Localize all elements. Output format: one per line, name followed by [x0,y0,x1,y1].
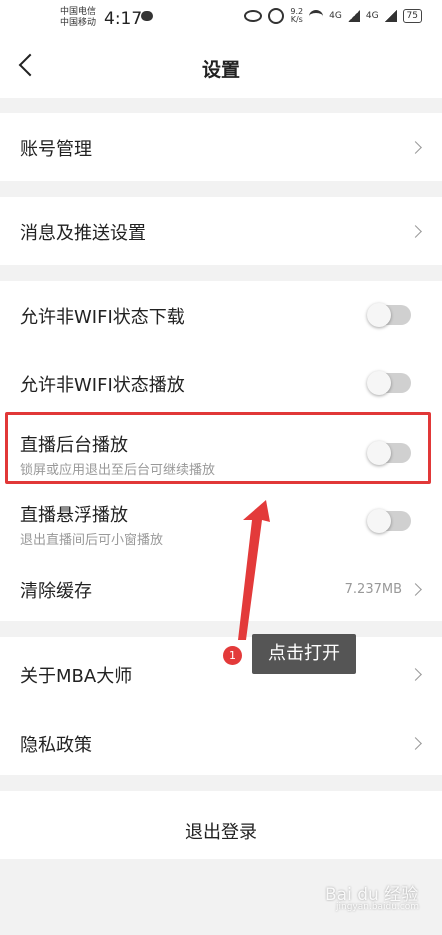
chevron-right-icon [409,583,422,596]
about-section: 关于MBA大师 隐私政策 [0,637,442,775]
status-icons: 9.2 K/s 4G 4G 75 [244,8,422,24]
floating-play-toggle[interactable] [367,509,411,533]
toggle-knob [367,509,391,533]
toggle-knob [367,371,391,395]
signal-icon [347,10,360,22]
row-background-play: 直播后台播放 锁屏或应用退出至后台可继续播放 [0,413,442,485]
chevron-right-icon [409,141,422,154]
network-speed: 9.2 K/s [290,8,303,24]
logout-section: 退出登录 [0,791,442,859]
watermark-url: jingyan.baidu.com [336,902,420,912]
page-title: 设置 [201,59,240,81]
row-floating-play-desc: 退出直播间后可小窗播放 [20,533,164,548]
row-clear-cache[interactable]: 清除缓存 7.237MB [0,555,442,621]
network-type-1: 4G [329,11,342,21]
row-background-play-label: 直播后台播放 [20,435,128,456]
wifi-icon [309,9,324,23]
row-wifi-download: 允许非WIFI状态下载 [0,281,442,347]
row-account-label: 账号管理 [20,139,92,160]
wechat-icon [141,11,153,21]
row-clear-cache-label: 清除缓存 [20,581,92,602]
notifications-section: 消息及推送设置 [0,197,442,265]
chevron-right-icon [409,737,422,750]
row-background-play-desc: 锁屏或应用退出至后台可继续播放 [20,463,216,478]
toggle-knob [367,441,391,465]
row-wifi-download-label: 允许非WIFI状态下载 [20,307,185,328]
carrier-1: 中国电信 [60,7,97,17]
step-badge: 1 [223,646,242,665]
carrier-info: 中国电信 中国移动 [60,7,96,29]
eye-icon [244,10,263,22]
speed-unit: K/s [290,15,303,24]
toggle-knob [367,303,391,327]
row-floating-play-label: 直播悬浮播放 [20,505,128,526]
row-floating-play: 直播悬浮播放 退出直播间后可小窗播放 [0,485,442,555]
logout-button[interactable]: 退出登录 [0,818,442,844]
wifi-play-toggle[interactable] [367,371,411,395]
carrier-2: 中国移动 [60,18,97,28]
row-privacy-label: 隐私政策 [20,735,92,756]
wifi-download-toggle[interactable] [367,303,411,327]
row-wifi-play: 允许非WIFI状态播放 [0,347,442,413]
row-account[interactable]: 账号管理 [0,113,442,181]
row-about-label: 关于MBA大师 [20,666,133,687]
chevron-right-icon [409,668,422,681]
playback-section: 允许非WIFI状态下载 允许非WIFI状态播放 直播后台播放 锁屏或应用退出至后… [0,281,442,621]
row-privacy[interactable]: 隐私政策 [0,707,442,775]
row-notifications-label: 消息及推送设置 [20,223,146,244]
alarm-icon [268,8,285,24]
background-play-toggle[interactable] [367,441,411,465]
battery-icon: 75 [402,9,422,23]
row-notifications[interactable]: 消息及推送设置 [0,197,442,265]
row-wifi-play-label: 允许非WIFI状态播放 [20,375,185,396]
chevron-right-icon [409,225,422,238]
status-bar: 中国电信 中国移动 4:17 9.2 K/s 4G 4G 75 [0,0,442,36]
account-section: 账号管理 [0,113,442,181]
signal-icon-2 [384,10,397,22]
cache-size: 7.237MB [344,582,402,597]
row-about[interactable]: 关于MBA大师 [0,637,442,707]
tooltip: 点击打开 [252,634,356,674]
nav-bar: 设置 [0,36,442,98]
status-time: 4:17 [104,9,143,29]
network-type-2: 4G [365,11,379,21]
